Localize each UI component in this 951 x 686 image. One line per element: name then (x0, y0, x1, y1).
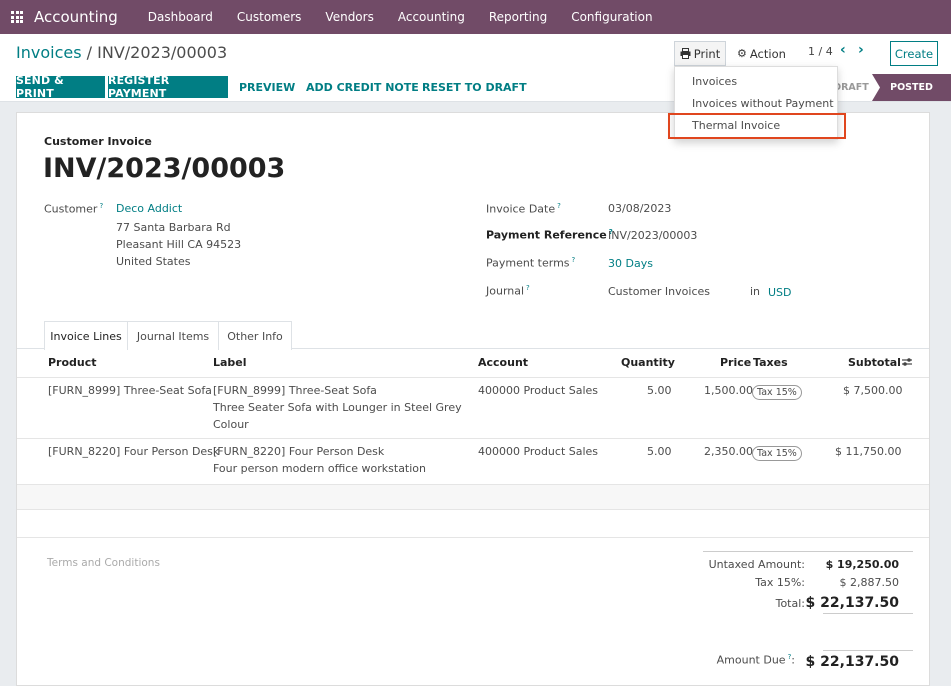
tax-value: $ 2,887.50 (839, 576, 899, 589)
print-menu-item-invoices[interactable]: Invoices (692, 75, 737, 88)
row-label-line1: [FURN_8999] Three-Seat Sofa (213, 384, 377, 397)
row-label-line3: Colour (213, 418, 249, 431)
breadcrumb-parent[interactable]: Invoices (16, 43, 82, 62)
payment-reference-label: Payment Reference? (486, 228, 613, 242)
notebook-tabs: Invoice Lines Journal Items Other Info (17, 321, 929, 350)
tab-invoice-lines[interactable]: Invoice Lines (44, 321, 128, 350)
action-label: Action (749, 46, 786, 61)
nav-customers[interactable]: Customers (225, 10, 314, 24)
col-header-product[interactable]: Product (48, 356, 97, 369)
add-credit-note-button[interactable]: ADD CREDIT NOTE (306, 76, 419, 98)
tax-badge: Tax 15% (752, 446, 802, 461)
totals-divider (703, 551, 913, 552)
total-label: Total: (775, 597, 805, 610)
journal-field[interactable]: Customer Invoices (608, 285, 710, 298)
table-divider (17, 377, 929, 378)
breadcrumb: Invoices / INV/2023/00003 (16, 43, 227, 62)
invoice-date-label: Invoice Date? (486, 202, 561, 216)
register-payment-button[interactable]: REGISTER PAYMENT (108, 74, 228, 100)
row-price: 1,500.00 (704, 384, 753, 397)
nav-configuration[interactable]: Configuration (559, 10, 664, 24)
col-header-taxes[interactable]: Taxes (753, 356, 788, 369)
breadcrumb-current: INV/2023/00003 (97, 43, 228, 62)
tab-journal-items[interactable]: Journal Items (128, 321, 219, 350)
amount-due-label: Amount Due?: (716, 653, 795, 667)
create-button[interactable]: Create (890, 41, 938, 66)
customer-address-line2: Pleasant Hill CA 94523 (116, 238, 242, 251)
invoice-date-field[interactable]: 03/08/2023 (608, 202, 671, 215)
row-product: [FURN_8999] Three-Seat Sofa (48, 384, 212, 397)
nav-vendors[interactable]: Vendors (313, 10, 385, 24)
table-divider (17, 509, 929, 510)
customer-label: Customer? (44, 202, 104, 216)
tab-other-info[interactable]: Other Info (219, 321, 292, 350)
print-dropdown-menu: Invoices Invoices without Payment Therma… (674, 66, 838, 140)
row-label-line2: Three Seater Sofa with Lounger in Steel … (213, 401, 462, 414)
row-subtotal: $ 11,750.00 (835, 445, 902, 458)
reset-to-draft-button[interactable]: RESET TO DRAFT (422, 76, 527, 98)
action-button[interactable]: ⚙ Action (733, 41, 790, 66)
row-label-line1: [FURN_8220] Four Person Desk (213, 445, 385, 458)
table-divider (17, 537, 929, 538)
row-account: 400000 Product Sales (478, 384, 599, 397)
customer-name-link[interactable]: Deco Addict (116, 202, 182, 215)
apps-menu-icon[interactable] (0, 0, 34, 34)
invoice-number: INV/2023/00003 (43, 153, 286, 184)
row-price: 2,350.00 (704, 445, 753, 458)
chevron-left-icon[interactable]: ‹ (840, 42, 846, 58)
print-menu-item-invoices-without-payment[interactable]: Invoices without Payment (692, 97, 834, 110)
col-header-quantity[interactable]: Quantity (621, 356, 675, 369)
stage-posted[interactable]: POSTED (872, 74, 951, 101)
send-print-button[interactable]: SEND & PRINT (16, 74, 105, 100)
tax-label: Tax 15%: (755, 576, 805, 589)
currency-field[interactable]: USD (768, 286, 792, 299)
journal-in-text: in (750, 285, 761, 298)
pager-value[interactable]: 1 / 4 (808, 45, 833, 58)
table-divider (17, 438, 929, 439)
customer-address-line3: United States (116, 255, 191, 268)
invoice-form-sheet: Customer Invoice INV/2023/00003 Customer… (16, 112, 930, 686)
payment-reference-field[interactable]: INV/2023/00003 (608, 229, 697, 242)
printer-icon (680, 48, 691, 59)
tax-badge: Tax 15% (752, 385, 802, 400)
breadcrumb-separator: / (86, 43, 93, 62)
col-header-subtotal[interactable]: Subtotal (848, 356, 901, 369)
terms-conditions-field[interactable]: Terms and Conditions (47, 557, 160, 569)
journal-label: Journal? (486, 284, 530, 298)
row-account: 400000 Product Sales (478, 445, 599, 458)
col-header-label[interactable]: Label (213, 356, 247, 369)
amount-due-value: $ 22,137.50 (805, 654, 899, 670)
nav-dashboard[interactable]: Dashboard (136, 10, 225, 24)
untaxed-amount-value: $ 19,250.00 (825, 558, 899, 571)
total-divider (823, 613, 913, 614)
chevron-right-icon[interactable]: › (858, 42, 864, 58)
column-settings-icon[interactable] (901, 356, 913, 368)
total-value: $ 22,137.50 (805, 595, 899, 611)
print-menu-item-thermal-invoice[interactable]: Thermal Invoice (692, 119, 780, 132)
payment-terms-label: Payment terms? (486, 256, 576, 270)
untaxed-amount-label: Untaxed Amount: (708, 558, 805, 571)
nav-reporting[interactable]: Reporting (477, 10, 559, 24)
amount-due-divider (823, 650, 913, 651)
print-label: Print (693, 46, 721, 61)
row-product: [FURN_8220] Four Person Desk (48, 445, 220, 458)
col-header-price[interactable]: Price (720, 356, 751, 369)
row-subtotal: $ 7,500.00 (843, 384, 903, 397)
nav-accounting[interactable]: Accounting (386, 10, 477, 24)
print-button[interactable]: Print (674, 41, 726, 66)
customer-address-line1: 77 Santa Barbara Rd (116, 221, 231, 234)
payment-terms-field[interactable]: 30 Days (608, 257, 653, 270)
preview-button[interactable]: PREVIEW (239, 76, 295, 98)
top-navbar: Accounting Dashboard Customers Vendors A… (0, 0, 951, 34)
row-label-line2: Four person modern office workstation (213, 462, 427, 475)
document-type: Customer Invoice (44, 135, 152, 148)
gear-icon: ⚙ (737, 47, 747, 60)
row-quantity: 5.00 (647, 384, 672, 397)
row-quantity: 5.00 (647, 445, 672, 458)
table-empty-row (17, 485, 929, 509)
col-header-account[interactable]: Account (478, 356, 528, 369)
app-brand[interactable]: Accounting (34, 8, 118, 26)
